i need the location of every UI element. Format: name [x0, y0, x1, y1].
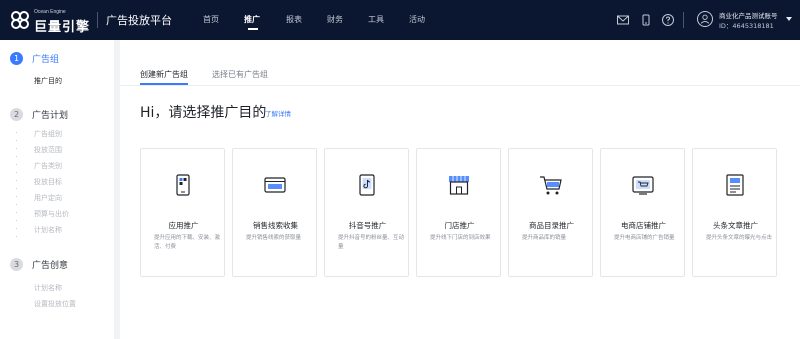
step-connector-dot — [16, 212, 17, 213]
nav-finance[interactable]: 财务 — [327, 14, 343, 25]
sidebar-item-promotion-goal[interactable]: 推广目的 — [34, 76, 62, 86]
step-connector-dot — [16, 148, 17, 149]
card-article-promotion[interactable]: 头条文章推广 提升头条文章的曝光与点击 — [692, 148, 777, 277]
avatar-icon[interactable] — [697, 11, 713, 27]
nav-tools[interactable]: 工具 — [368, 14, 384, 25]
account-divider — [683, 12, 684, 28]
logo-english-text: Ocean Engine — [34, 9, 66, 15]
header-divider — [97, 12, 98, 28]
tab-create-new-ad-group[interactable]: 创建新广告组 — [140, 69, 188, 80]
store-icon — [449, 176, 469, 195]
card-description: 提升抖音号的粉丝量、互动量 — [338, 235, 405, 250]
card-store-promotion[interactable]: 门店推广 提升线下门店的到店效果 — [416, 148, 501, 277]
tabs-divider — [120, 85, 800, 86]
card-title: 应用推广 — [168, 221, 199, 230]
step-number: 2 — [10, 108, 23, 121]
sidebar-item-creative-plan-name[interactable]: 计划名称 — [34, 283, 62, 293]
ocean-engine-logo[interactable]: Ocean Engine 巨量引擎 — [10, 9, 94, 35]
step-connector-dot — [16, 204, 17, 205]
nav-activities[interactable]: 活动 — [409, 14, 425, 25]
sidebar-item-ad-category[interactable]: 广告类别 — [34, 161, 62, 171]
steps-sidebar: 1 广告组 推广目的 2 广告计划 广告组别 投放范围 广告类别 投放目标 用户… — [0, 40, 114, 339]
sidebar-item-placement[interactable]: 设置投放位置 — [34, 299, 76, 309]
card-sales-lead[interactable]: 销售线索收集 提升销售线索的获取量 — [232, 148, 317, 277]
top-bar: Ocean Engine 巨量引擎 广告投放平台 首页 推广 报表 财务 工具 … — [0, 0, 800, 40]
card-title: 电商店铺推广 — [621, 221, 666, 230]
app-promotion-icon — [176, 174, 190, 196]
step-connector-dot — [16, 220, 17, 221]
card-title: 头条文章推广 — [713, 221, 758, 230]
shopping-cart-icon — [540, 176, 562, 195]
sales-lead-icon — [264, 177, 286, 193]
step-connector-dot — [16, 164, 17, 165]
step-title: 广告组 — [32, 55, 60, 65]
step-connector-dot — [16, 180, 17, 181]
card-product-catalog[interactable]: 商品目录推广 提升商品库的销量 — [508, 148, 593, 277]
sidebar-item-plan-group[interactable]: 广告组别 — [34, 129, 62, 139]
page-title: Hi，请选择推广目的 — [140, 105, 267, 121]
sidebar-item-delivery-goal[interactable]: 投放目标 — [34, 177, 62, 187]
card-description: 提升电商店铺的广告销量 — [614, 235, 675, 241]
step-connector-dot — [16, 156, 17, 157]
logo-chinese-text: 巨量引擎 — [34, 20, 91, 35]
tab-select-existing-ad-group[interactable]: 选择已有广告组 — [212, 69, 268, 80]
sidebar-item-budget-bid[interactable]: 预算与出价 — [34, 209, 69, 219]
learn-more-link[interactable]: 了解详情 — [265, 108, 291, 118]
sidebar-item-targeting[interactable]: 用户定向 — [34, 193, 62, 203]
step-connector-dot — [16, 140, 17, 141]
card-title: 门店推广 — [444, 221, 475, 230]
nav-promotion[interactable]: 推广 — [244, 14, 260, 25]
step-connector-dot — [16, 196, 17, 197]
account-name[interactable]: 商业化产品测试账号 — [719, 10, 778, 20]
account-id: ID：4645318181 — [719, 22, 774, 30]
step-connector-dot — [16, 236, 17, 237]
account-dropdown-caret-icon[interactable] — [786, 17, 792, 21]
article-icon — [726, 174, 744, 196]
nav-reports[interactable]: 报表 — [286, 14, 302, 25]
ocean-engine-logo-icon — [11, 11, 29, 29]
card-app-promotion[interactable]: 应用推广 提升应用的下载、安装、激活、付费 — [140, 148, 225, 277]
card-description: 提升头条文章的曝光与点击 — [706, 235, 773, 241]
card-douyin-account[interactable]: 抖音号推广 提升抖音号的粉丝量、互动量 — [324, 148, 409, 277]
step-connector-dot — [16, 188, 17, 189]
main-content: 创建新广告组 选择已有广告组 Hi，请选择推广目的 了解详情 应用推广 提升应用… — [120, 40, 800, 339]
douyin-account-icon — [359, 174, 375, 196]
card-title: 销售线索收集 — [253, 221, 298, 230]
sidebar-item-delivery-range[interactable]: 投放范围 — [34, 145, 62, 155]
platform-title: 广告投放平台 — [106, 14, 172, 27]
step-title: 广告创意 — [32, 261, 69, 271]
card-ecommerce-store[interactable]: 电商店铺推广 提升电商店铺的广告销量 — [600, 148, 685, 277]
card-description: 提升应用的下载、安装、激活、付费 — [154, 235, 221, 250]
step-connector-dot — [16, 172, 17, 173]
card-description: 提升销售线索的获取量 — [246, 235, 302, 241]
ecommerce-store-icon — [632, 176, 654, 195]
step-connector-dot — [16, 132, 17, 133]
card-title: 商品目录推广 — [529, 221, 574, 230]
mail-icon[interactable] — [616, 13, 630, 27]
step-number: 1 — [10, 52, 23, 65]
sidebar-item-plan-name[interactable]: 计划名称 — [34, 225, 62, 235]
step-connector-dot — [16, 228, 17, 229]
help-icon[interactable] — [661, 13, 675, 27]
phone-icon[interactable] — [639, 13, 653, 27]
step-number: 3 — [10, 258, 23, 271]
card-title: 抖音号推广 — [348, 221, 387, 230]
nav-active-indicator — [248, 28, 258, 30]
step-title: 广告计划 — [32, 111, 69, 121]
card-description: 提升线下门店的到店效果 — [430, 235, 491, 241]
nav-home[interactable]: 首页 — [203, 14, 219, 25]
card-description: 提升商品库的销量 — [522, 235, 567, 241]
